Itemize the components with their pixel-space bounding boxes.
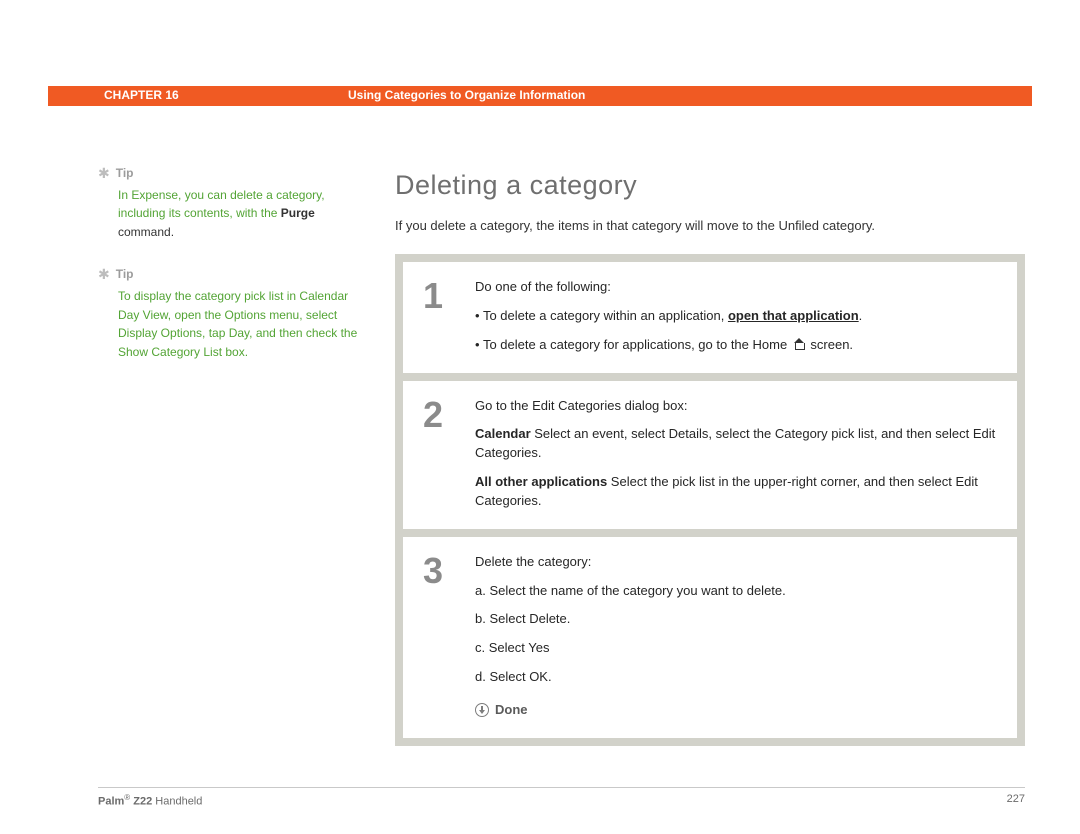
step-content: Delete the category: a. Select the name …	[475, 553, 997, 720]
page-number: 227	[1007, 792, 1025, 811]
step-text: To delete a category for applications, g…	[483, 337, 791, 352]
sidebar-tips: ✱ Tip In Expense, you can delete a catego…	[98, 162, 358, 384]
step-subitem: d. Select OK.	[475, 668, 997, 687]
footer: Palm® Z22 Handheld 227	[98, 787, 1025, 811]
home-icon	[792, 338, 806, 350]
tip-body: To display the category pick list in Cal…	[118, 287, 358, 361]
step-row: 1 Do one of the following: To delete a c…	[403, 262, 1017, 373]
step-number: 3	[423, 553, 475, 720]
chapter-topic: Using Categories to Organize Information	[348, 87, 585, 104]
step-bullet: To delete a category within an applicati…	[475, 307, 997, 326]
link-open-application[interactable]: open that application	[728, 308, 859, 323]
down-arrow-icon	[475, 703, 489, 717]
step-subitem: c. Select Yes	[475, 639, 997, 658]
footer-brand-bold: Palm	[98, 796, 124, 808]
intro-text: If you delete a category, the items in t…	[395, 217, 1025, 236]
page-title: Deleting a category	[395, 166, 1025, 205]
footer-brand: Palm® Z22 Handheld	[98, 792, 202, 811]
main-content: Deleting a category If you delete a cate…	[395, 166, 1025, 746]
step-row: 3 Delete the category: a. Select the nam…	[403, 537, 1017, 738]
step-text: screen.	[807, 337, 853, 352]
footer-model: Z22	[130, 796, 152, 808]
tip-block: ✱ Tip In Expense, you can delete a catego…	[98, 162, 358, 241]
step-text: Do one of the following:	[475, 278, 997, 297]
step-text: Calendar Select an event, select Details…	[475, 425, 997, 463]
step-content: Do one of the following: To delete a cat…	[475, 278, 997, 355]
chapter-label: CHAPTER 16	[104, 87, 179, 104]
step-rest: Select an event, select Details, select …	[475, 426, 995, 460]
step-text: .	[859, 308, 863, 323]
step-number: 1	[423, 278, 475, 355]
done-text: Done	[495, 702, 528, 717]
footer-suffix: Handheld	[152, 796, 202, 808]
step-bullet: To delete a category for applications, g…	[475, 336, 997, 355]
asterisk-icon: ✱	[98, 264, 110, 286]
steps-container: 1 Do one of the following: To delete a c…	[395, 254, 1025, 746]
asterisk-icon: ✱	[98, 163, 110, 185]
step-subitem: a. Select the name of the category you w…	[475, 582, 997, 601]
step-content: Go to the Edit Categories dialog box: Ca…	[475, 397, 997, 511]
step-text: All other applications Select the pick l…	[475, 473, 997, 511]
tip-text-tail: command.	[118, 225, 174, 239]
step-text: Go to the Edit Categories dialog box:	[475, 397, 997, 416]
step-lead: Calendar	[475, 426, 531, 441]
tip-body: In Expense, you can delete a category, i…	[118, 186, 358, 242]
step-lead: All other applications	[475, 474, 607, 489]
step-text: Delete the category:	[475, 553, 997, 572]
step-text: To delete a category within an applicati…	[483, 308, 728, 323]
step-row: 2 Go to the Edit Categories dialog box: …	[403, 381, 1017, 529]
tip-label: Tip	[116, 164, 134, 183]
tip-text: To display the category pick list in Cal…	[118, 289, 357, 359]
done-line: Done	[475, 701, 997, 720]
tip-label: Tip	[116, 265, 134, 284]
step-number: 2	[423, 397, 475, 511]
header-band: CHAPTER 16 Using Categories to Organize …	[48, 86, 1032, 106]
tip-block: ✱ Tip To display the category pick list i…	[98, 263, 358, 361]
step-subitem: b. Select Delete.	[475, 610, 997, 629]
tip-text-bold: Purge	[281, 206, 315, 220]
